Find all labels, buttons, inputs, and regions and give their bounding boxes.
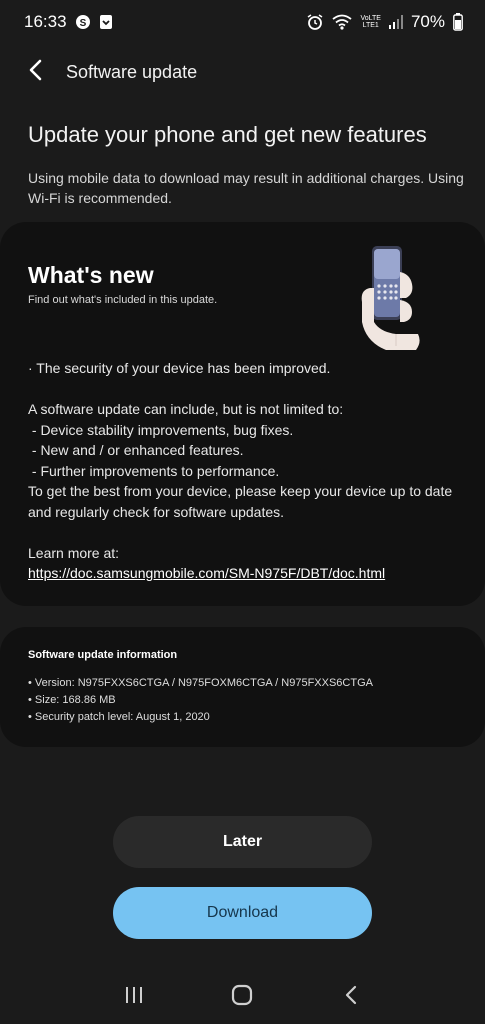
battery-icon [453, 13, 463, 31]
signal-icon [388, 15, 403, 29]
whats-new-line: - Further improvements to performance. [28, 462, 280, 479]
whats-new-subtitle: Find out what's included in this update. [28, 294, 218, 306]
data-charges-note: Using mobile data to download may result… [28, 170, 464, 206]
whats-new-line: - Device stability improvements, bug fix… [28, 421, 294, 438]
notification-s-icon: S [75, 14, 91, 30]
home-icon [231, 984, 253, 1011]
recents-button[interactable] [114, 977, 154, 1017]
whats-new-line: · The security of your device has been i… [28, 360, 331, 376]
later-button[interactable]: Later [113, 816, 372, 868]
headline: Update your phone and get new features [28, 122, 427, 147]
whats-new-line: - New and / or enhanced features. [28, 442, 244, 458]
whats-new-line: To get the best from your device, please… [28, 483, 453, 499]
whats-new-body: · The security of your device has been i… [28, 358, 468, 584]
battery-percent: 70% [410, 12, 445, 31]
recents-icon [124, 986, 144, 1009]
volte-label: VoLTE [360, 15, 381, 22]
whats-new-title: What's new [28, 262, 154, 288]
navigation-bar [0, 970, 485, 1024]
whats-new-line [28, 522, 468, 543]
update-size: • Size: 168.86 MB [28, 694, 116, 706]
whats-new-card: What's new Find out what's included in t… [0, 222, 485, 606]
svg-text:S: S [79, 18, 86, 29]
back-button[interactable] [16, 52, 56, 92]
back-arrow-icon [27, 59, 45, 86]
wifi-icon [332, 14, 353, 30]
nav-back-button[interactable] [331, 977, 371, 1017]
download-icon [99, 14, 113, 30]
learn-more-label: Learn more at: [28, 544, 120, 561]
lte-label: LTE1 [362, 22, 379, 29]
update-info-title: Software update information [28, 649, 178, 661]
network-label: VoLTE LTE1 [360, 15, 381, 29]
back-icon [344, 985, 358, 1010]
app-bar: Software update [0, 52, 485, 92]
status-time: 16:33 [24, 12, 67, 31]
learn-more-link[interactable]: https://doc.samsungmobile.com/SM-N975F/D… [28, 563, 468, 584]
whats-new-line: and regularly check for software updates… [28, 503, 285, 520]
update-info-list: • Version: N975FXXS6CTGA / N975FOXM6CTGA… [28, 675, 373, 726]
update-version: • Version: N975FXXS6CTGA / N975FOXM6CTGA… [28, 677, 373, 689]
download-button[interactable]: Download [113, 887, 372, 939]
phone-in-hand-illustration [356, 242, 426, 352]
security-patch-level: • Security patch level: August 1, 2020 [28, 711, 210, 723]
whats-new-line: A software update can include, but is no… [28, 401, 344, 417]
page-title: Software update [66, 61, 198, 82]
whats-new-line [28, 379, 468, 400]
update-info-card: Software update information • Version: N… [0, 627, 485, 747]
status-bar: 16:33 S VoLTE LTE1 70% [0, 0, 485, 44]
home-button[interactable] [222, 977, 262, 1017]
alarm-icon [306, 13, 324, 31]
